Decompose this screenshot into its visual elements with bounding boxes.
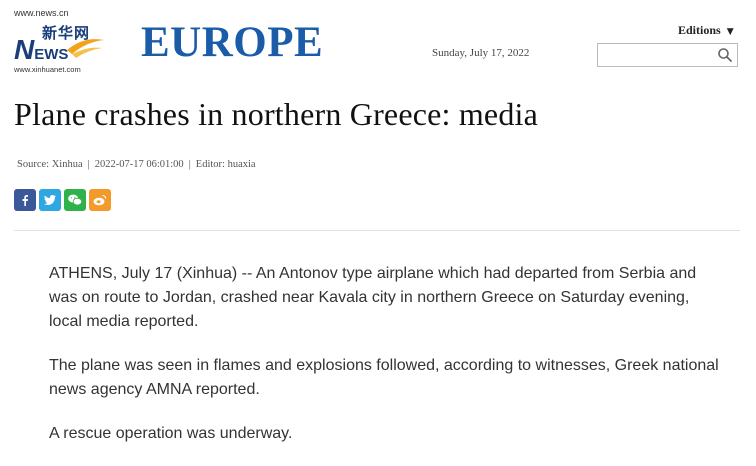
current-date: Sunday, July 17, 2022 (432, 47, 530, 59)
share-toolbar (14, 189, 111, 211)
editions-dropdown[interactable]: Editions ▼ (678, 23, 734, 38)
article-paragraph: The plane was seen in flames and explosi… (49, 357, 719, 398)
twitter-icon (44, 195, 56, 205)
facebook-icon (22, 195, 28, 206)
weibo-icon (93, 194, 107, 206)
chevron-down-icon: ▼ (726, 27, 734, 37)
share-twitter-button[interactable] (39, 189, 61, 211)
logo-news-ews: EWS (34, 46, 69, 63)
article-source: Source: Xinhua (17, 159, 83, 170)
logo-news-n: N (14, 34, 35, 65)
article-paragraph: A rescue operation was underway. (49, 425, 293, 442)
article-editor: Editor: huaxia (195, 159, 256, 170)
search-box (597, 43, 738, 67)
logo-subtitle-url: www.xinhuanet.com (14, 65, 81, 74)
logo-url-text: www.news.cn (14, 8, 69, 18)
share-wechat-button[interactable] (64, 189, 86, 211)
xinhua-logo[interactable]: www.news.cn 新华网 NEWS www.xinhuanet.com (12, 8, 108, 74)
meta-separator: | (87, 159, 90, 170)
article-datetime: 2022-07-17 06:01:00 (94, 159, 184, 170)
section-title[interactable]: EUROPE (141, 21, 323, 64)
logo-news-wordmark: NEWS (14, 34, 68, 66)
meta-separator: | (188, 159, 191, 170)
wechat-icon (68, 194, 82, 206)
share-facebook-button[interactable] (14, 189, 36, 211)
article-paragraph: ATHENS, July 17 (Xinhua) -- An Antonov t… (49, 265, 697, 330)
search-input[interactable] (602, 45, 716, 67)
header-divider (14, 230, 740, 231)
editions-label: Editions (678, 23, 721, 37)
article-headline: Plane crashes in northern Greece: media (14, 96, 539, 132)
search-icon[interactable] (717, 47, 733, 63)
share-weibo-button[interactable] (89, 189, 111, 211)
article-body: ATHENS, July 17 (Xinhua) -- An Antonov t… (49, 262, 719, 466)
article-meta: Source: Xinhua | 2022-07-17 06:01:00 | Edito… (17, 159, 256, 170)
